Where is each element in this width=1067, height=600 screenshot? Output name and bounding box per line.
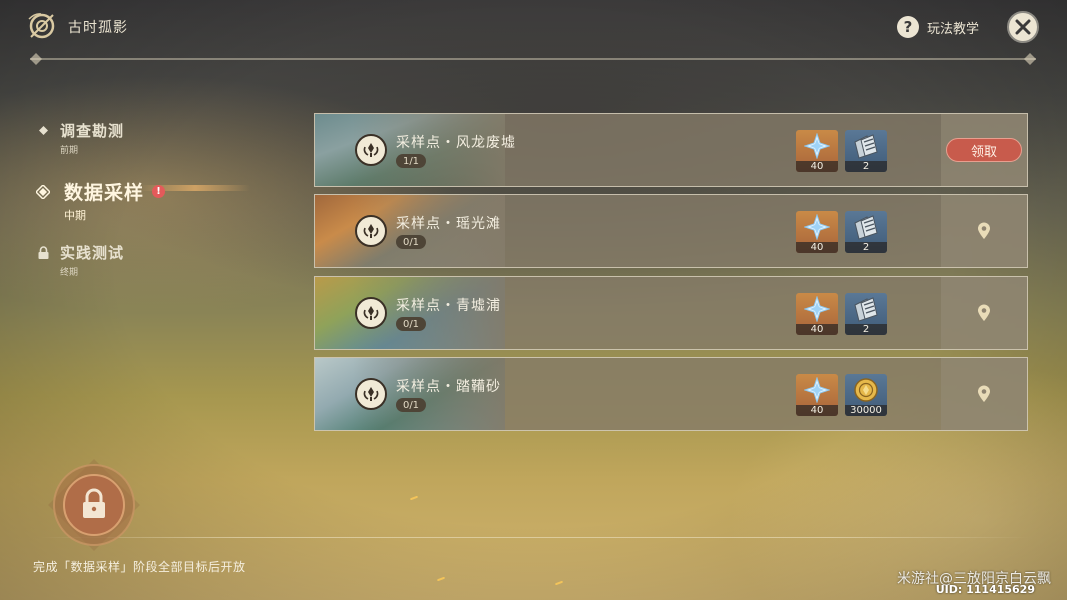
- task-progress: 0/1: [396, 317, 426, 331]
- spark-decoration: [436, 576, 446, 582]
- phase-sub: 前期: [60, 146, 79, 156]
- help-label: 玩法教学: [927, 21, 980, 37]
- header-divider: [30, 58, 1036, 60]
- reward-count: 40: [796, 324, 838, 335]
- reward-count: 2: [845, 161, 887, 172]
- reward-count: 40: [796, 161, 838, 172]
- action-area: [941, 358, 1027, 430]
- phase-name: 调查勘测: [60, 122, 125, 140]
- footer-divider: [40, 537, 1030, 538]
- phase-name: 数据采样: [64, 182, 145, 204]
- reward-count: 30000: [845, 405, 887, 416]
- spark-decoration: [409, 495, 419, 501]
- action-area: [941, 195, 1027, 267]
- task-progress: 0/1: [396, 235, 426, 249]
- claim-button[interactable]: 领取: [946, 138, 1022, 162]
- mora-coin-icon: [845, 374, 887, 406]
- divider-ornament-left: [30, 53, 42, 65]
- location-pin-icon[interactable]: [977, 304, 991, 322]
- divider-ornament-right: [1024, 53, 1036, 65]
- diamond-icon: [36, 184, 50, 199]
- close-icon: [1015, 19, 1031, 35]
- close-button[interactable]: [1007, 11, 1039, 43]
- phase-sub: 中期: [64, 209, 86, 222]
- spark-decoration: [554, 580, 564, 586]
- reward-mora[interactable]: 30000: [845, 374, 887, 416]
- reward-talent-book[interactable]: 2: [845, 211, 887, 253]
- reward-count: 40: [796, 405, 838, 416]
- uid-label: UID: 111415629: [935, 583, 1035, 596]
- sampling-emblem-icon: [355, 297, 387, 329]
- locked-reward-medal: [48, 459, 140, 551]
- phase-practice[interactable]: 实践测试 终期: [36, 242, 124, 278]
- reward-primogem[interactable]: 40: [796, 211, 838, 253]
- sampling-emblem-icon: [355, 378, 387, 410]
- task-title: 采样点・青墟浦: [396, 298, 501, 314]
- reward-count: 2: [845, 242, 887, 253]
- sampling-emblem-icon: [355, 215, 387, 247]
- talent-book-icon: [845, 130, 887, 162]
- task-card: 采样点・青墟浦 0/1 40 2: [314, 276, 1028, 350]
- reward-primogem[interactable]: 40: [796, 293, 838, 335]
- phase-name: 实践测试: [60, 244, 125, 262]
- task-progress: 1/1: [396, 154, 426, 168]
- unlock-hint: 完成「数据采样」阶段全部目标后开放: [33, 560, 246, 574]
- reward-talent-book[interactable]: 2: [845, 293, 887, 335]
- reward-primogem[interactable]: 40: [796, 130, 838, 172]
- task-title: 采样点・踏鞴砂: [396, 379, 501, 395]
- reward-talent-book[interactable]: 2: [845, 130, 887, 172]
- reward-count: 2: [845, 324, 887, 335]
- task-title: 采样点・风龙废墟: [396, 135, 516, 151]
- task-card: 采样点・风龙废墟 1/1 40 2 领取: [314, 113, 1028, 187]
- alert-badge: !: [152, 185, 166, 198]
- talent-book-icon: [845, 293, 887, 325]
- task-card: 采样点・踏鞴砂 0/1 40 30000: [314, 357, 1028, 431]
- question-icon: ?: [897, 16, 919, 38]
- action-area: 领取: [941, 114, 1027, 186]
- task-progress: 0/1: [396, 398, 426, 412]
- lock-icon: [36, 246, 50, 259]
- help-button[interactable]: ? 玩法教学: [897, 14, 979, 40]
- talent-book-icon: [845, 211, 887, 243]
- phase-sampling[interactable]: 数据采样 ! 中期: [36, 178, 166, 223]
- event-title: 古时孤影: [68, 20, 128, 36]
- primogem-icon: [796, 293, 838, 325]
- phase-sub: 终期: [60, 268, 79, 278]
- action-area: [941, 277, 1027, 349]
- diamond-icon: [36, 126, 50, 135]
- primogem-icon: [796, 130, 838, 162]
- task-card: 采样点・瑶光滩 0/1 40 2: [314, 194, 1028, 268]
- primogem-icon: [796, 211, 838, 243]
- primogem-icon: [796, 374, 838, 406]
- location-pin-icon[interactable]: [977, 222, 991, 240]
- reward-count: 40: [796, 242, 838, 253]
- sampling-emblem-icon: [355, 134, 387, 166]
- reward-primogem[interactable]: 40: [796, 374, 838, 416]
- phase-survey[interactable]: 调查勘测 前期: [36, 120, 124, 156]
- location-pin-icon[interactable]: [977, 385, 991, 403]
- event-emblem-icon: [27, 11, 57, 41]
- task-title: 采样点・瑶光滩: [396, 216, 501, 232]
